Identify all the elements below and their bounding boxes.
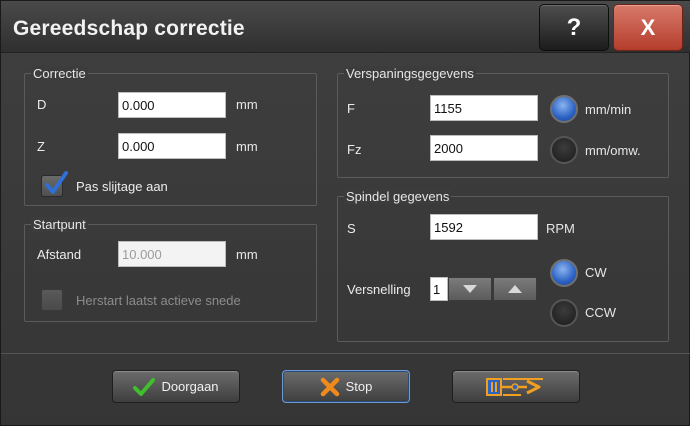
wear-checkbox[interactable] [41,171,68,197]
machine-arrow-icon [486,377,543,396]
close-button[interactable]: X [613,4,683,51]
d-input[interactable] [118,92,226,118]
unit-radio-mm-omw[interactable] [550,136,578,164]
versnelling-value: 1 [430,277,448,301]
fz-input[interactable] [430,135,538,161]
restart-checkbox[interactable] [41,289,63,311]
verspaning-group: Verspaningsgegevens [337,66,669,178]
unit-option-mm-min: mm/min [585,102,632,117]
continue-button[interactable]: Doorgaan [112,370,240,403]
unit-radio-mm-min[interactable] [550,95,578,123]
s-unit: RPM [546,221,575,236]
d-label: D [37,97,47,112]
wear-label: Pas slijtage aan [76,179,168,194]
checkmark-icon [45,171,68,194]
unit-option-mm-omw: mm/omw. [585,143,641,158]
afstand-unit: mm [236,247,258,262]
continue-label: Doorgaan [161,379,219,394]
machine-step-button[interactable] [452,370,580,403]
spindel-legend: Spindel gegevens [344,189,452,204]
dialog-title: Gereedschap correctie [13,17,245,40]
correctie-legend: Correctie [31,66,88,81]
direction-radio-ccw[interactable] [550,299,578,327]
s-label: S [347,221,356,236]
d-unit: mm [236,97,258,112]
z-label: Z [37,139,45,154]
direction-radio-cw[interactable] [550,259,578,287]
orange-x-icon [320,377,339,396]
stop-label: Stop [345,379,373,394]
afstand-input[interactable] [118,241,226,267]
afstand-label: Afstand [37,247,82,262]
z-input[interactable] [118,133,226,159]
direction-option-ccw: CCW [585,305,617,320]
verspaning-legend: Verspaningsgegevens [344,66,476,81]
arrow-up-icon [508,285,522,293]
stop-button[interactable]: Stop [282,370,410,403]
s-input[interactable] [430,214,538,240]
direction-option-cw: CW [585,265,607,280]
restart-label: Herstart laatst actieve snede [76,293,241,308]
decrement-button[interactable] [448,277,492,301]
z-unit: mm [236,139,258,154]
help-button[interactable]: ? [539,4,609,51]
arrow-down-icon [463,285,477,293]
footer-divider [1,353,690,354]
title-bar: Gereedschap correctie ? X [1,1,690,53]
f-input[interactable] [430,95,538,121]
f-label: F [347,101,355,116]
versnelling-stepper[interactable]: 1 [430,277,538,301]
versnelling-label: Versnelling [347,282,411,297]
fz-label: Fz [347,142,362,157]
increment-button[interactable] [493,277,537,301]
startpunt-legend: Startpunt [31,217,88,232]
tool-correction-dialog: Gereedschap correctie ? X Correctie D mm… [0,0,690,426]
green-check-icon [133,377,156,396]
